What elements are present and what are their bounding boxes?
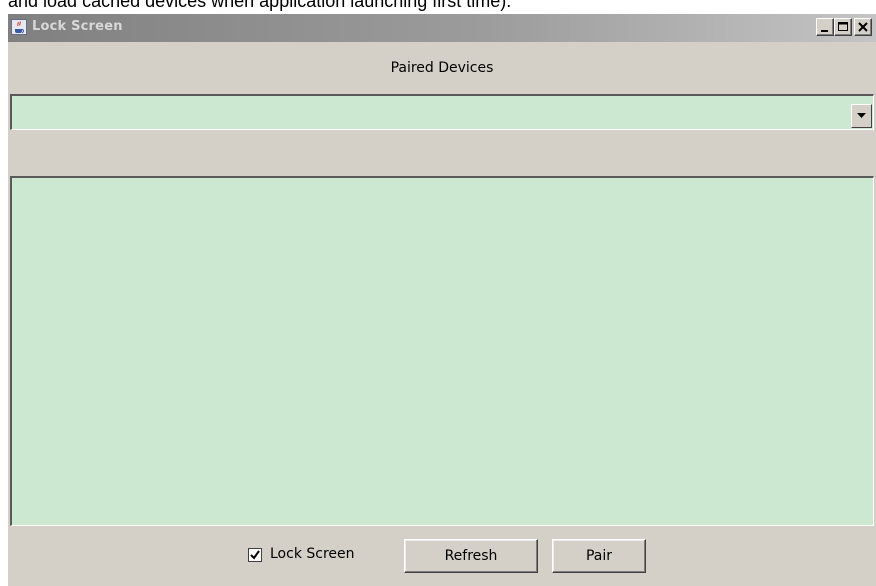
window-title: Lock Screen [32,19,123,34]
footer-bar: Lock Screen Refresh Pair [8,530,876,586]
minimize-icon [821,30,828,32]
maximize-button[interactable] [834,18,852,36]
chevron-down-icon [857,113,866,118]
maximize-icon [838,22,848,31]
close-button[interactable] [854,18,872,36]
close-icon [858,22,868,32]
title-bar[interactable]: Lock Screen [8,14,876,42]
lock-screen-window: Lock Screen Paired Devices Lock Screen R… [8,14,876,586]
refresh-button[interactable]: Refresh [404,539,538,573]
paired-devices-dropdown[interactable] [10,94,874,130]
paired-devices-label: Paired Devices [390,60,494,76]
pair-button[interactable]: Pair [552,539,646,573]
lock-screen-checkbox[interactable] [248,548,262,562]
checkmark-icon [250,550,260,560]
device-list[interactable] [10,176,874,526]
page-caption: and load cached devices when application… [8,0,512,11]
dropdown-arrow-button[interactable] [851,104,872,128]
lock-screen-label[interactable]: Lock Screen [270,546,355,562]
minimize-button[interactable] [816,18,834,36]
java-cup-icon [11,19,27,35]
